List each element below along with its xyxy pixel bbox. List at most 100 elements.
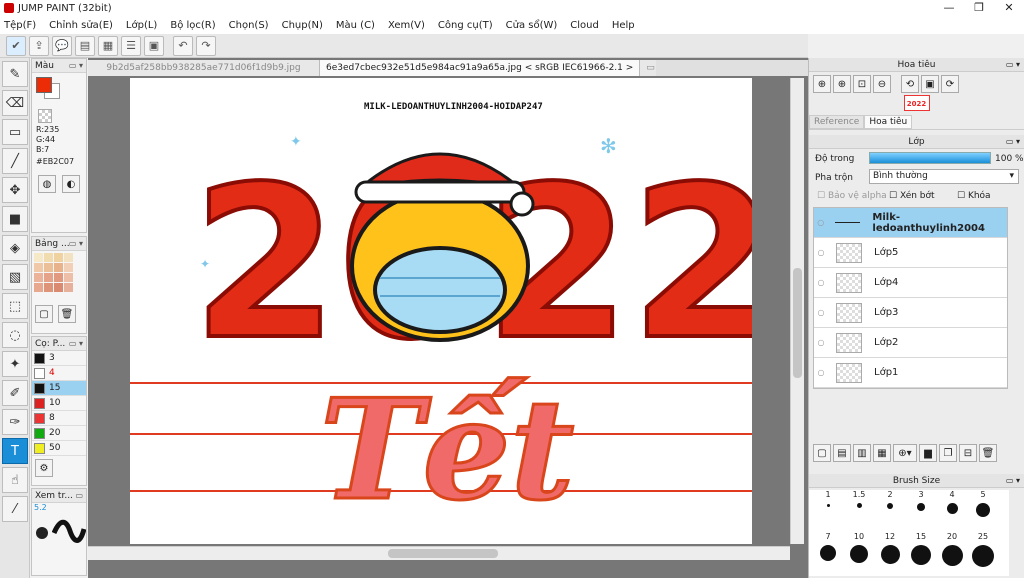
vertical-scrollbar[interactable] [790, 78, 804, 544]
delete-palette-icon[interactable]: 🗑 [58, 305, 76, 323]
menu-help[interactable]: Help [612, 20, 635, 31]
rotate-left-icon[interactable]: ⟲ [901, 75, 919, 93]
chat-icon[interactable]: 💬 [52, 35, 72, 56]
new-raster-icon[interactable]: ▤ [833, 444, 851, 462]
list-icon[interactable]: ☰ [121, 35, 141, 56]
brush-size-item-selected[interactable]: 15 [32, 381, 86, 396]
palette-icon[interactable]: ◍ [38, 175, 56, 193]
menu-tools[interactable]: Công cụ(T) [438, 20, 493, 31]
blend-mode-select[interactable]: Bình thường ▾ [869, 169, 1019, 184]
menu-file[interactable]: Tệp(F) [4, 20, 36, 31]
opacity-slider[interactable] [869, 152, 991, 164]
vertical-scroll-thumb[interactable] [793, 268, 802, 378]
brush-size-item[interactable]: 20 [32, 426, 86, 441]
new-layer-icon[interactable]: ▢ [813, 444, 831, 462]
maximize-button[interactable]: ❐ [964, 0, 994, 16]
brush-size-option[interactable]: 25 [968, 532, 998, 570]
horizontal-scrollbar[interactable] [88, 546, 790, 560]
menu-window[interactable]: Cửa sổ(W) [506, 20, 558, 31]
visibility-icon[interactable]: ○ [814, 368, 828, 377]
panel-menu-icon[interactable]: ▭ ▾ [69, 337, 83, 351]
brush-size-option[interactable]: 3 [906, 490, 936, 514]
tab-navigator[interactable]: Hoa tiêu [864, 115, 913, 129]
rect-tool-icon[interactable]: ▭ [2, 119, 28, 145]
palette-grid[interactable] [34, 253, 84, 303]
close-button[interactable]: ✕ [994, 0, 1024, 16]
brush-size-option[interactable]: 12 [875, 532, 905, 567]
line-tool-icon[interactable]: ╱ [2, 148, 28, 174]
transparent-color-icon[interactable] [38, 109, 52, 123]
minimize-button[interactable]: — [934, 0, 964, 16]
select-pen-tool-icon[interactable]: ✐ [2, 380, 28, 406]
comment-icon[interactable]: ▤ [75, 35, 95, 56]
menu-filter[interactable]: Bộ lọc(R) [170, 20, 215, 31]
layer-row[interactable]: ○ Lớp4 [814, 268, 1007, 298]
brush-size-option[interactable]: 10 [844, 532, 874, 566]
new-vector-icon[interactable]: ▥ [853, 444, 871, 462]
select-rect-tool-icon[interactable]: ⬚ [2, 293, 28, 319]
zoom-fit-icon[interactable]: ⊕ [813, 75, 831, 93]
brush-size-option[interactable]: 4 [937, 490, 967, 517]
undo-icon[interactable]: ↶ [173, 35, 193, 56]
brush-size-item[interactable]: 8 [32, 411, 86, 426]
visibility-icon[interactable]: ○ [814, 308, 828, 317]
menu-capture[interactable]: Chụp(N) [282, 20, 323, 31]
zoom-in-icon[interactable]: ⊕ [833, 75, 851, 93]
brush-tool-icon[interactable]: ✎ [2, 61, 28, 87]
menu-color[interactable]: Màu (C) [336, 20, 375, 31]
gradient-tool-icon[interactable]: ▧ [2, 264, 28, 290]
magic-wand-tool-icon[interactable]: ✦ [2, 351, 28, 377]
move-tool-icon[interactable]: ✥ [2, 177, 28, 203]
redo-icon[interactable]: ↷ [196, 35, 216, 56]
layer-row[interactable]: ○ Lớp2 [814, 328, 1007, 358]
visibility-icon[interactable]: ○ [814, 248, 828, 257]
protect-alpha-checkbox[interactable]: ☐ Bảo vệ alpha [817, 191, 887, 201]
export-icon[interactable]: ⇪ [29, 35, 49, 56]
fit-window-icon[interactable]: ⊡ [853, 75, 871, 93]
eyedropper-tool-icon[interactable]: ⁄ [2, 496, 28, 522]
brush-size-option[interactable]: 20 [937, 532, 967, 569]
lasso-tool-icon[interactable]: ◌ [2, 322, 28, 348]
drawing-canvas[interactable]: ✦ ✻ ✦ ✦ 2022 Tết MILK-LEDOANTHUYLINH20 [130, 78, 778, 544]
select-eraser-tool-icon[interactable]: ✑ [2, 409, 28, 435]
layer-row[interactable]: ○ Lớp3 [814, 298, 1007, 328]
menu-view[interactable]: Xem(V) [388, 20, 425, 31]
brush-size-item[interactable]: 3 [32, 351, 86, 366]
panel-menu-icon[interactable]: ▭ ▾ [1006, 474, 1020, 488]
menu-cloud[interactable]: Cloud [570, 20, 599, 31]
menu-select[interactable]: Chọn(S) [229, 20, 269, 31]
bucket-tool-icon[interactable]: ◈ [2, 235, 28, 261]
color-picker-icon[interactable]: ◐ [62, 175, 80, 193]
delete-layer-icon[interactable]: 🗑 [979, 444, 997, 462]
horizontal-scroll-thumb[interactable] [388, 549, 498, 558]
fill-rect-tool-icon[interactable]: ■ [2, 206, 28, 232]
text-tool-icon[interactable]: T [2, 438, 28, 464]
navigator-thumbnail[interactable]: 2022 [903, 95, 930, 111]
new-palette-icon[interactable]: ▢ [35, 305, 53, 323]
brush-size-item[interactable]: 10 [32, 396, 86, 411]
check-icon[interactable]: ✔ [6, 35, 26, 56]
visibility-icon[interactable]: ○ [814, 338, 828, 347]
panel-menu-icon[interactable]: ▭ [75, 489, 83, 503]
rotate-right-icon[interactable]: ⟳ [941, 75, 959, 93]
reset-view-icon[interactable]: ▣ [921, 75, 939, 93]
tab-reference[interactable]: Reference [809, 115, 865, 129]
brush-settings-icon[interactable]: ⚙ [35, 459, 53, 477]
brush-size-option[interactable]: 1.5 [844, 490, 874, 511]
folder-icon[interactable]: ▆ [919, 444, 937, 462]
layer-row[interactable]: ○ Milk-ledoanthuylinh2004 [814, 208, 1007, 238]
brush-size-option[interactable]: 1 [813, 490, 843, 510]
brush-size-option[interactable]: 5 [968, 490, 998, 520]
clip-checkbox[interactable]: ☐ Xén bớt [889, 191, 935, 201]
merge-layer-icon[interactable]: ⊟ [959, 444, 977, 462]
brush-size-option[interactable]: 2 [875, 490, 905, 512]
brush-size-option[interactable]: 15 [906, 532, 936, 568]
panel-menu-icon[interactable]: ▭ ▾ [69, 59, 83, 73]
layer-row[interactable]: ○ Lớp5 [814, 238, 1007, 268]
brush-size-option[interactable]: 7 [813, 532, 843, 564]
panel-menu-icon[interactable]: ▭ ▾ [69, 237, 83, 251]
brush-size-grid[interactable]: 1 1.5 2 3 4 5 7 10 12 15 20 25 [809, 490, 1009, 576]
eraser-tool-icon[interactable]: ⌫ [2, 90, 28, 116]
layer-row[interactable]: ○ Lớp1 [814, 358, 1007, 388]
menu-layer[interactable]: Lớp(L) [126, 20, 157, 31]
